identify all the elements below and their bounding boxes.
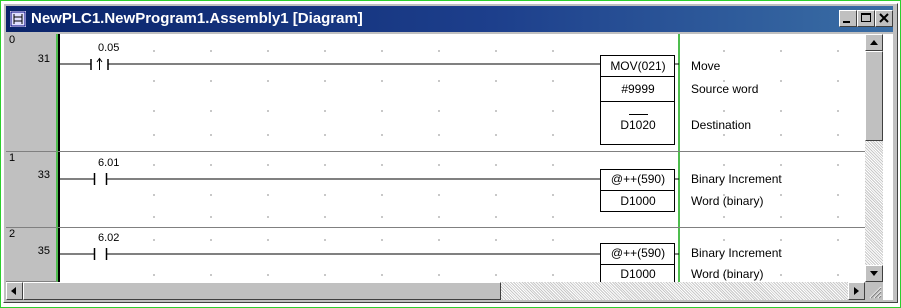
contact-up-icon [90, 57, 109, 70]
resize-grip-icon [869, 286, 882, 299]
rung-0[interactable] [59, 55, 679, 145]
title-bar[interactable]: NewPLC1.NewProgram1.Assembly1 [Diagram] [6, 6, 893, 32]
operand-comment: Move [691, 59, 721, 73]
step-number: 35 [37, 245, 50, 257]
close-button[interactable] [875, 10, 893, 27]
resize-grip[interactable] [865, 282, 883, 300]
instruction-mnemonic: @++(590) [610, 172, 666, 186]
arrow-right-icon [854, 287, 859, 295]
instruction-operand: D1000 [620, 194, 656, 208]
vertical-scrollbar[interactable] [865, 34, 883, 282]
rung-header-0[interactable]: 0 31 [6, 34, 58, 152]
ladder-diagram[interactable]: 0.05 MOV(021) #9999 D1020 Move Source wo… [58, 34, 865, 282]
scroll-right-button[interactable] [848, 282, 865, 300]
arrow-down-icon [870, 271, 878, 276]
step-number: 33 [37, 169, 50, 181]
horizontal-scroll-thumb[interactable] [23, 282, 501, 300]
instruction-operand: #9999 [621, 82, 655, 96]
maximize-icon [861, 13, 871, 22]
contact-address: 0.05 [98, 42, 120, 54]
minimize-icon [843, 21, 850, 23]
rung-number: 0 [9, 34, 16, 46]
instruction-mnemonic: MOV(021) [610, 59, 666, 73]
contact-no-icon [93, 248, 108, 260]
rung-number: 1 [9, 152, 16, 164]
maximize-button[interactable] [857, 10, 875, 27]
operand-comment: Destination [691, 118, 752, 132]
scroll-left-button[interactable] [6, 282, 23, 300]
rung-2[interactable] [59, 243, 679, 283]
diagram-client-area: 0 31 1 33 2 35 0.05 MOV(021) #9999 D1020… [6, 34, 893, 300]
scroll-down-button[interactable] [865, 265, 883, 282]
instruction-operand: D1000 [620, 267, 656, 281]
instruction-mnemonic: @++(590) [610, 246, 666, 260]
contact-address: 6.02 [98, 232, 120, 244]
operand-comment: Source word [691, 82, 759, 96]
rung-number: 2 [9, 228, 16, 240]
operand-comment: Word (binary) [691, 194, 764, 208]
rung-1[interactable] [59, 169, 679, 212]
rung-gutter: 0 31 1 33 2 35 [6, 34, 58, 282]
contact-address: 6.01 [98, 157, 120, 169]
step-number: 31 [37, 53, 50, 65]
window-title: NewPLC1.NewProgram1.Assembly1 [Diagram] [31, 10, 363, 27]
minimize-button[interactable] [839, 10, 857, 27]
operand-comment: Binary Increment [691, 172, 782, 186]
ladder-program-icon [10, 11, 26, 27]
instruction-operand: D1020 [620, 118, 656, 132]
rung-header-2[interactable]: 2 35 [6, 228, 58, 282]
horizontal-scrollbar[interactable] [6, 282, 865, 300]
close-icon [879, 13, 889, 23]
scroll-up-button[interactable] [865, 34, 883, 51]
vertical-scroll-thumb[interactable] [865, 51, 883, 141]
rung-header-1[interactable]: 1 33 [6, 152, 58, 228]
operand-comment: Binary Increment [691, 246, 782, 260]
contact-no-icon [93, 173, 108, 185]
arrow-up-icon [870, 40, 878, 45]
operand-comment: Word (binary) [691, 267, 764, 281]
diagram-window: NewPLC1.NewProgram1.Assembly1 [Diagram] … [3, 3, 898, 303]
arrow-left-icon [11, 287, 16, 295]
